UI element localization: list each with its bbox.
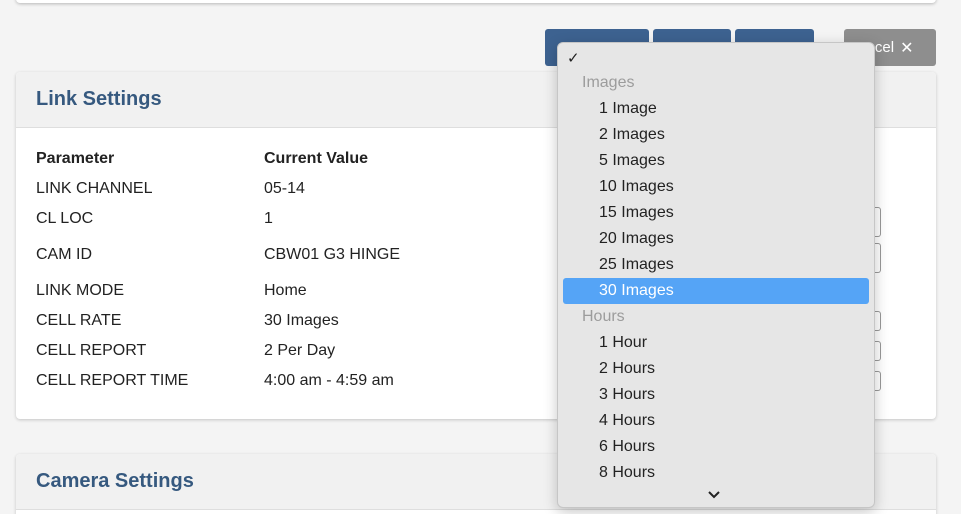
cell-rate-dropdown[interactable]: ✓ Images 1 Image 2 Images 5 Images 10 Im… [557, 42, 875, 508]
parameter-label: CL LOC [36, 210, 94, 227]
dropdown-option[interactable]: 3 Hours [599, 382, 655, 408]
table-header: Parameter Current Value [36, 150, 554, 168]
dropdown-option[interactable]: 20 Images [599, 226, 674, 252]
close-icon: ✕ [900, 39, 914, 57]
current-value: CBW01 G3 HINGE [264, 246, 401, 263]
check-icon: ✓ [567, 50, 580, 67]
dropdown-option[interactable]: 1 Image [599, 96, 657, 122]
current-value: 05-14 [264, 180, 305, 197]
dropdown-option[interactable]: 4 Hours [599, 408, 655, 434]
current-value: Home [264, 282, 307, 299]
previous-card [16, 0, 936, 3]
parameter-label: CELL RATE [36, 312, 122, 329]
parameter-label: LINK MODE [36, 282, 125, 299]
table-row: CL LOC 1 [36, 210, 554, 228]
option-group-images: Images [582, 74, 635, 91]
parameter-label: CELL REPORT [36, 342, 147, 359]
dropdown-option[interactable]: 8 Hours [599, 460, 655, 486]
current-value: 2 Per Day [264, 342, 336, 359]
current-value: 1 [264, 210, 273, 227]
dropdown-option[interactable]: 2 Images [599, 122, 665, 148]
dropdown-option[interactable]: 1 Hour [599, 330, 647, 356]
dropdown-option[interactable]: 15 Images [599, 200, 674, 226]
dropdown-option[interactable]: 10 Images [599, 174, 674, 200]
chevron-down-icon[interactable] [708, 486, 720, 502]
parameter-label: LINK CHANNEL [36, 180, 153, 197]
parameter-label: CELL REPORT TIME [36, 372, 189, 389]
table-row: CELL REPORT TIME 4:00 am - 4:59 am [36, 372, 554, 390]
table-row: LINK MODE Home [36, 282, 554, 300]
dropdown-option[interactable]: 25 Images [599, 252, 674, 278]
link-settings-title: Link Settings [36, 88, 162, 110]
parameter-column-header: Parameter [36, 150, 115, 167]
table-row: CELL RATE 30 Images [36, 312, 554, 330]
current-value: 4:00 am - 4:59 am [264, 372, 394, 389]
dropdown-option[interactable]: 2 Hours [599, 356, 655, 382]
parameter-label: CAM ID [36, 246, 92, 263]
current-value: 30 Images [264, 312, 339, 329]
dropdown-option-selected[interactable]: 30 Images [563, 278, 869, 304]
dropdown-option[interactable]: 6 Hours [599, 434, 655, 460]
option-group-hours: Hours [582, 308, 625, 325]
table-row: CELL REPORT 2 Per Day [36, 342, 554, 360]
current-value-column-header: Current Value [264, 150, 369, 167]
camera-settings-title: Camera Settings [36, 470, 194, 492]
table-row: CAM ID CBW01 G3 HINGE [36, 246, 554, 264]
table-row: LINK CHANNEL 05-14 [36, 180, 554, 198]
dropdown-option[interactable]: 5 Images [599, 148, 665, 174]
